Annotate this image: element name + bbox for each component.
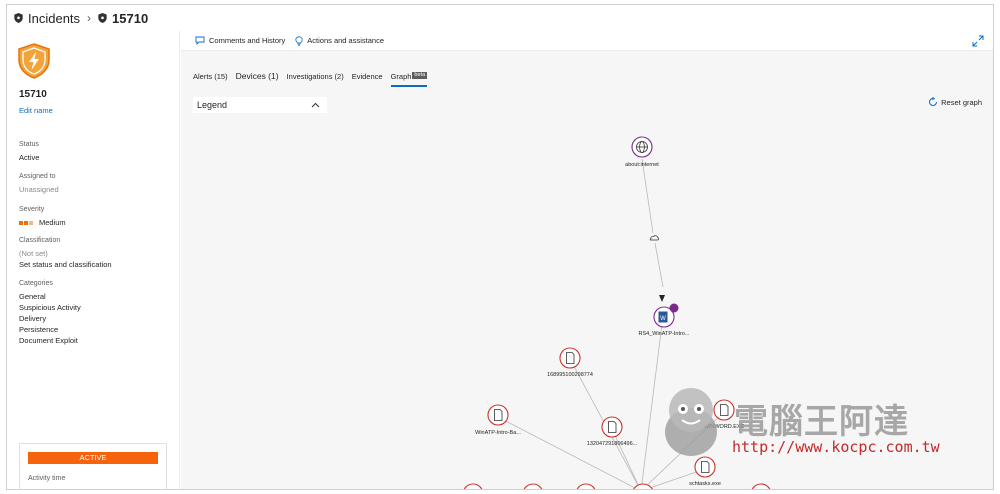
set-status-link[interactable]: Set status and classification (19, 260, 112, 269)
actions-assistance-label: Actions and assistance (307, 36, 384, 45)
chevron-right-icon: › (87, 11, 92, 25)
comment-icon (195, 36, 205, 45)
breadcrumb-incident-id: 15710 (112, 10, 149, 26)
node-label: 132047291806496... (587, 441, 638, 447)
beta-badge: beta (412, 72, 428, 79)
lightbulb-icon (295, 35, 303, 46)
classification-label: Classification (19, 237, 61, 244)
graph-edge (611, 428, 641, 489)
assigned-value: Unassigned (19, 185, 59, 194)
severity-value: Medium (19, 218, 66, 227)
comments-history-label: Comments and History (209, 36, 286, 45)
incident-graph[interactable]: about:internet W RS4_WinATP-Intro... 168… (181, 87, 994, 490)
category-item: Persistence (19, 325, 59, 334)
category-item: General (19, 292, 46, 301)
incident-id: 15710 (19, 89, 47, 100)
graph-nodes-bottom-row (463, 483, 771, 490)
node-label: WinATP-Intro-Ba... (475, 430, 521, 436)
graph-node-connection[interactable] (649, 234, 659, 242)
graph-node-document[interactable]: W RS4_WinATP-Intro... (639, 303, 690, 338)
shield-icon (14, 13, 23, 23)
tab-graph-label: Graph (390, 72, 412, 81)
breadcrumb: Incidents › 15710 (7, 5, 993, 31)
status-value: Active (19, 153, 40, 162)
tab-investigations[interactable]: Investigations (2) (287, 72, 344, 87)
severity-bar-icon (29, 221, 33, 226)
graph-node-partial[interactable] (751, 483, 771, 490)
graph-edge (654, 242, 664, 288)
node-label: about:internet (625, 162, 659, 168)
graph-node-partial[interactable] (463, 483, 483, 490)
category-item: Delivery (19, 314, 47, 323)
incident-tabs: Alerts (15) Devices (1) Investigations (… (181, 51, 993, 87)
graph-node-file[interactable]: 1689951002987​74 (547, 347, 593, 378)
tab-devices[interactable]: Devices (1) (236, 71, 279, 87)
node-label: RS4_WinATP-Intro... (639, 331, 690, 337)
graph-node-partial[interactable] (632, 483, 654, 490)
window-frame: Incidents › 15710 15710 Edit name Status… (6, 4, 994, 490)
tab-evidence[interactable]: Evidence (352, 72, 383, 87)
word-glyph: W (660, 316, 666, 322)
tab-graph[interactable]: Graph beta (390, 72, 428, 87)
main-content: Comments and History Actions and assista… (181, 31, 994, 490)
graph-node-file[interactable]: schtasks.exe (689, 456, 721, 487)
graph-node-file[interactable]: 132047291806496... (587, 416, 638, 447)
incident-toolbar: Comments and History Actions and assista… (181, 31, 993, 51)
graph-node-file[interactable]: WinATP-Intro-Ba... (475, 404, 521, 436)
graph-node-file[interactable]: WINWORD.EXE (704, 399, 745, 430)
graph-node-partial[interactable] (576, 483, 596, 490)
node-label: 1689951002987​74 (547, 372, 593, 378)
node-label: WINWORD.EXE (704, 424, 745, 430)
severity-bar-icon (19, 221, 23, 226)
edit-name-link[interactable]: Edit name (19, 106, 53, 115)
status-card: ACTIVE Activity time (19, 443, 167, 489)
incident-details-panel: 15710 Edit name Status Active Assigned t… (7, 31, 180, 489)
severity-text: Medium (39, 218, 66, 227)
tab-alerts[interactable]: Alerts (15) (193, 72, 228, 87)
shield-icon (98, 13, 107, 23)
graph-node-about-internet[interactable]: about:internet (625, 136, 659, 168)
graph-node-partial[interactable] (523, 483, 543, 490)
category-item: Document Exploit (19, 336, 78, 345)
classification-value: (Not set) (19, 249, 48, 258)
alert-badge-icon (669, 303, 679, 313)
node-label: schtasks.exe (689, 481, 721, 487)
status-badge: ACTIVE (28, 452, 158, 464)
status-label: Status (19, 141, 39, 148)
assigned-label: Assigned to (19, 173, 56, 180)
comments-history-button[interactable]: Comments and History (195, 36, 285, 45)
arrow-head (659, 295, 665, 302)
categories-label: Categories (19, 280, 53, 287)
actions-assistance-button[interactable]: Actions and assistance (295, 35, 384, 46)
severity-label: Severity (19, 206, 45, 213)
severity-bar-icon (24, 221, 28, 226)
categories-list: General Suspicious Activity Delivery Per… (19, 291, 81, 346)
graph-edge (641, 158, 654, 234)
activity-time-label: Activity time (28, 475, 66, 482)
expand-icon[interactable] (972, 35, 984, 47)
breadcrumb-incidents[interactable]: Incidents (28, 11, 80, 26)
incident-shield-icon (18, 43, 50, 79)
category-item: Suspicious Activity (19, 303, 81, 312)
